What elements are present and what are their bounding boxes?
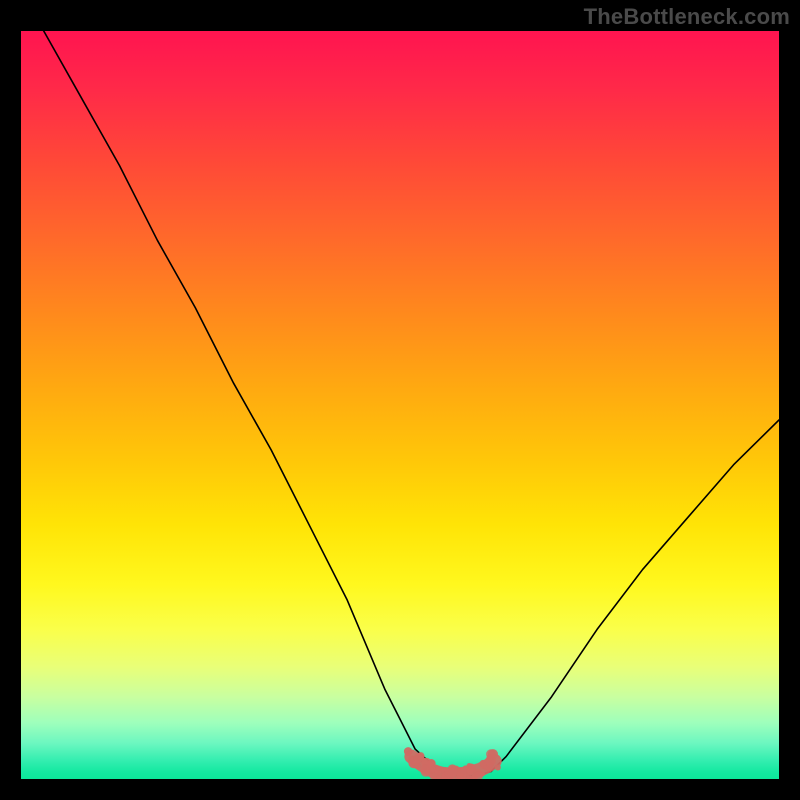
chart-svg <box>21 31 779 779</box>
plot-area <box>21 31 779 779</box>
plot-outer-border <box>18 28 782 782</box>
watermark-text: TheBottleneck.com <box>584 4 790 30</box>
chart-frame: TheBottleneck.com <box>0 0 800 800</box>
bottleneck-curve-line <box>44 31 779 776</box>
